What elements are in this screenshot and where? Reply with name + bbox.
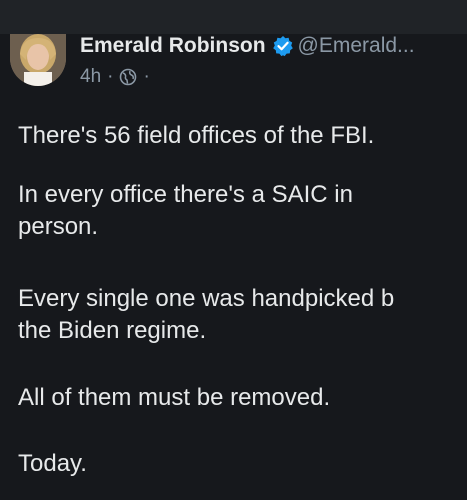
timestamp[interactable]: 4h (80, 66, 101, 88)
post-meta: 4h · · (80, 66, 150, 88)
post-text-paragraph-5: Today. (18, 450, 87, 477)
author-handle[interactable]: @Emerald... (298, 34, 415, 58)
post-text-paragraph-4: All of them must be removed. (18, 384, 331, 411)
post-header: Emerald Robinson @Emerald... (80, 34, 415, 58)
meta-separator: · (107, 66, 114, 87)
globe-icon (119, 68, 137, 86)
verified-badge-icon (272, 35, 294, 57)
post-text-paragraph-1: There's 56 field offices of the FBI. (18, 122, 375, 149)
top-bar (0, 0, 467, 34)
post[interactable]: Emerald Robinson @Emerald... 4h · · Ther… (0, 34, 467, 500)
post-text-paragraph-2: In every office there's a SAIC in person… (18, 181, 353, 240)
avatar[interactable] (10, 34, 66, 86)
author-name[interactable]: Emerald Robinson (80, 34, 266, 58)
meta-separator-end: · (143, 66, 150, 87)
post-text-paragraph-3: Every single one was handpicked b the Bi… (18, 285, 395, 344)
